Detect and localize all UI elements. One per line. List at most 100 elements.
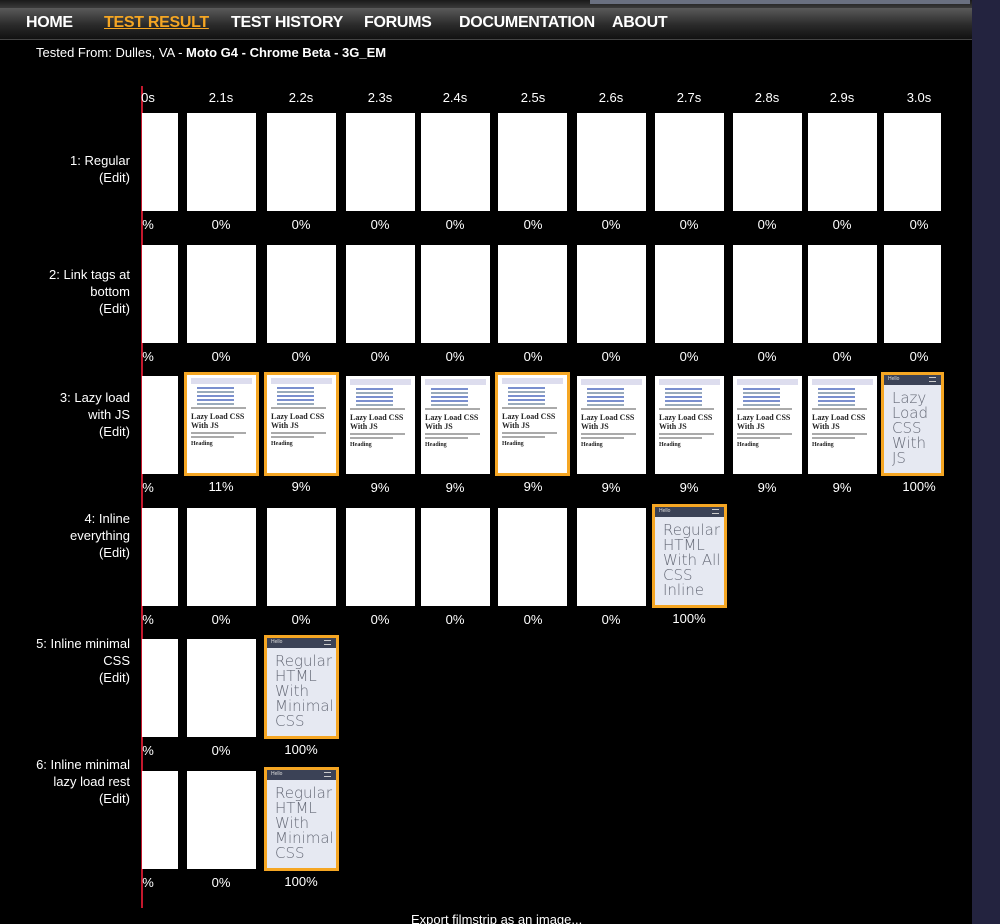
frame-thumbnail: Lazy Load CSS With JS Heading <box>187 375 256 473</box>
visual-progress: 9% <box>445 480 465 495</box>
visual-progress: 0% <box>211 612 231 627</box>
time-label: 2.4s <box>442 90 468 105</box>
filmstrip-frame[interactable]: Lazy Load CSS With JS Heading <box>655 376 724 474</box>
filmstrip-frame[interactable] <box>498 245 567 343</box>
filmstrip-frame[interactable] <box>267 113 336 211</box>
filmstrip-frame[interactable] <box>733 113 802 211</box>
filmstrip-frame[interactable] <box>142 771 178 869</box>
filmstrip-frame[interactable] <box>187 245 256 343</box>
filmstrip-frame[interactable] <box>884 245 941 343</box>
row-label: 4: Inline everything (Edit) <box>20 510 130 561</box>
filmstrip-frame[interactable]: Hello Regular HTML With All CSS Inline <box>652 504 727 608</box>
visual-progress: 9% <box>757 480 777 495</box>
filmstrip-frame[interactable] <box>267 508 336 606</box>
filmstrip-frame[interactable]: Lazy Load CSS With JS Heading <box>264 372 339 476</box>
thumbnail-heading: Heading <box>659 442 681 448</box>
frame-thumbnail: Lazy Load CSS With JS Heading <box>421 376 490 474</box>
filmstrip-frame[interactable]: Lazy Load CSS With JS Heading <box>577 376 646 474</box>
filmstrip-frame[interactable] <box>655 245 724 343</box>
filmstrip-frame[interactable] <box>498 508 567 606</box>
visual-progress: 0% <box>601 612 621 627</box>
filmstrip-frame[interactable] <box>577 245 646 343</box>
visual-progress: 0% <box>601 217 621 232</box>
filmstrip-frame[interactable]: Lazy Load CSS With JS Heading <box>184 372 259 476</box>
thumbnail-title: Lazy Load CSS With JS <box>581 413 635 431</box>
filmstrip-frame[interactable]: Hello Lazy Load CSS With JS <box>881 372 944 476</box>
filmstrip-frame[interactable] <box>498 113 567 211</box>
row-label-line: 5: Inline minimal <box>36 636 130 651</box>
filmstrip-frame[interactable] <box>142 113 178 211</box>
visual-progress: 0% <box>291 349 311 364</box>
edit-link[interactable]: (Edit) <box>20 169 130 186</box>
filmstrip-frame[interactable] <box>808 245 877 343</box>
thumbnail-title: Lazy Load CSS With JS <box>502 412 556 430</box>
visual-progress: % <box>142 480 154 495</box>
filmstrip-frame[interactable] <box>884 113 941 211</box>
visual-progress: 9% <box>370 480 390 495</box>
filmstrip-frame[interactable] <box>346 508 415 606</box>
visual-progress: 0% <box>211 743 231 758</box>
visual-progress: 0% <box>523 349 543 364</box>
filmstrip-frame[interactable]: Lazy Load CSS With JS Heading <box>495 372 570 476</box>
filmstrip-frame[interactable]: Hello Regular HTML With Minimal CSS <box>264 635 339 739</box>
edit-link[interactable]: (Edit) <box>20 790 130 807</box>
filmstrip-frame[interactable] <box>421 113 490 211</box>
filmstrip-frame[interactable] <box>421 245 490 343</box>
visual-progress: 0% <box>832 217 852 232</box>
frame-rendered: Hello Regular HTML With All CSS Inline <box>655 507 724 605</box>
frame-thumbnail: Lazy Load CSS With JS Heading <box>577 376 646 474</box>
filmstrip-frame[interactable]: Lazy Load CSS With JS Heading <box>733 376 802 474</box>
filmstrip-frame[interactable] <box>142 639 178 737</box>
filmstrip-frame[interactable] <box>142 508 178 606</box>
filmstrip-frame[interactable] <box>577 113 646 211</box>
filmstrip-frame[interactable] <box>267 245 336 343</box>
filmstrip-frame[interactable] <box>346 113 415 211</box>
frame-heading: Lazy Load CSS With JS <box>892 389 928 467</box>
filmstrip-frame[interactable] <box>187 508 256 606</box>
visual-progress: 0% <box>370 217 390 232</box>
visual-progress: 0% <box>909 349 929 364</box>
edit-link[interactable]: (Edit) <box>20 300 130 317</box>
filmstrip-frame[interactable] <box>187 639 256 737</box>
frame-thumbnail: Lazy Load CSS With JS Heading <box>808 376 877 474</box>
visual-progress: 0% <box>211 349 231 364</box>
time-label: 2.9s <box>829 90 855 105</box>
visual-progress: 0% <box>211 217 231 232</box>
filmstrip-frame[interactable]: Lazy Load CSS With JS Heading <box>346 376 415 474</box>
edit-link[interactable]: (Edit) <box>20 544 130 561</box>
time-label: 2.5s <box>520 90 546 105</box>
frame-bar-label: Hello <box>888 376 900 382</box>
filmstrip-frame[interactable] <box>142 376 178 474</box>
filmstrip-frame[interactable] <box>187 113 256 211</box>
visual-progress: % <box>142 217 154 232</box>
visual-progress: 9% <box>291 479 311 494</box>
filmstrip-frame[interactable]: Lazy Load CSS With JS Heading <box>421 376 490 474</box>
filmstrip-frame[interactable] <box>187 771 256 869</box>
thumbnail-title: Lazy Load CSS With JS <box>659 413 713 431</box>
time-label: 3.0s <box>906 90 932 105</box>
filmstrip-frame[interactable] <box>733 245 802 343</box>
frame-thumbnail: Lazy Load CSS With JS Heading <box>655 376 724 474</box>
visual-progress: 0% <box>679 217 699 232</box>
thumbnail-heading: Heading <box>737 442 759 448</box>
filmstrip-frame[interactable] <box>346 245 415 343</box>
export-filmstrip-link[interactable]: Export filmstrip as an image... <box>411 912 582 924</box>
thumbnail-title: Lazy Load CSS With JS <box>271 412 325 430</box>
filmstrip-frame[interactable] <box>577 508 646 606</box>
visual-progress: 0% <box>291 217 311 232</box>
edit-link[interactable]: (Edit) <box>20 669 130 686</box>
visual-progress: 11% <box>208 479 234 494</box>
time-label: 2.1s <box>208 90 234 105</box>
filmstrip-frame[interactable] <box>142 245 178 343</box>
filmstrip-frame[interactable]: Lazy Load CSS With JS Heading <box>808 376 877 474</box>
filmstrip-frame[interactable] <box>655 113 724 211</box>
edit-link[interactable]: (Edit) <box>20 423 130 440</box>
frame-thumbnail: Lazy Load CSS With JS Heading <box>267 375 336 473</box>
filmstrip-frame[interactable] <box>808 113 877 211</box>
row-label: 5: Inline minimal CSS (Edit) <box>20 635 130 686</box>
filmstrip-frame[interactable]: Hello Regular HTML With Minimal CSS <box>264 767 339 871</box>
filmstrip-frame[interactable] <box>421 508 490 606</box>
row-label: 1: Regular (Edit) <box>20 152 130 186</box>
frame-rendered: Hello Regular HTML With Minimal CSS <box>267 770 336 868</box>
menu-icon <box>712 509 719 514</box>
